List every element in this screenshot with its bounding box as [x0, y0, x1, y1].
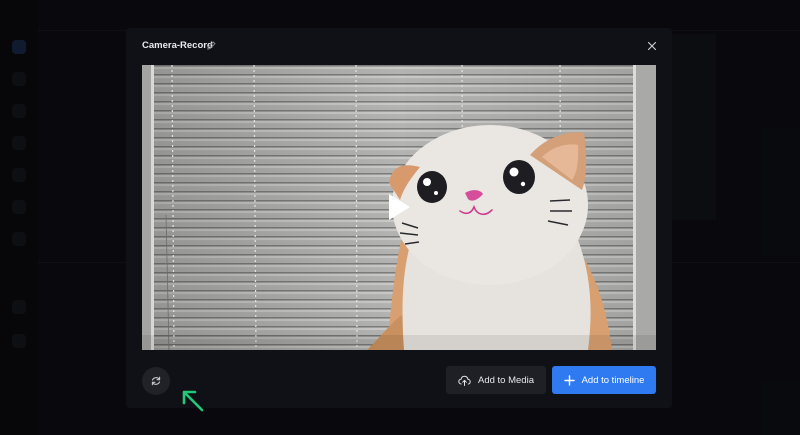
- add-to-timeline-button[interactable]: Add to timeline: [552, 366, 656, 394]
- cloud-upload-icon: [458, 375, 471, 386]
- add-to-timeline-label: Add to timeline: [581, 374, 645, 386]
- modal-title: Camera-Record: [142, 40, 213, 51]
- close-icon[interactable]: [646, 40, 658, 52]
- plus-icon: [563, 374, 575, 386]
- play-icon[interactable]: [386, 192, 412, 222]
- pencil-icon[interactable]: [206, 40, 217, 51]
- arrow-up-left-icon: [182, 390, 204, 412]
- refresh-button[interactable]: [142, 367, 170, 395]
- add-to-media-label: Add to Media: [478, 374, 534, 386]
- add-to-media-button[interactable]: Add to Media: [446, 366, 546, 394]
- refresh-icon: [151, 376, 161, 386]
